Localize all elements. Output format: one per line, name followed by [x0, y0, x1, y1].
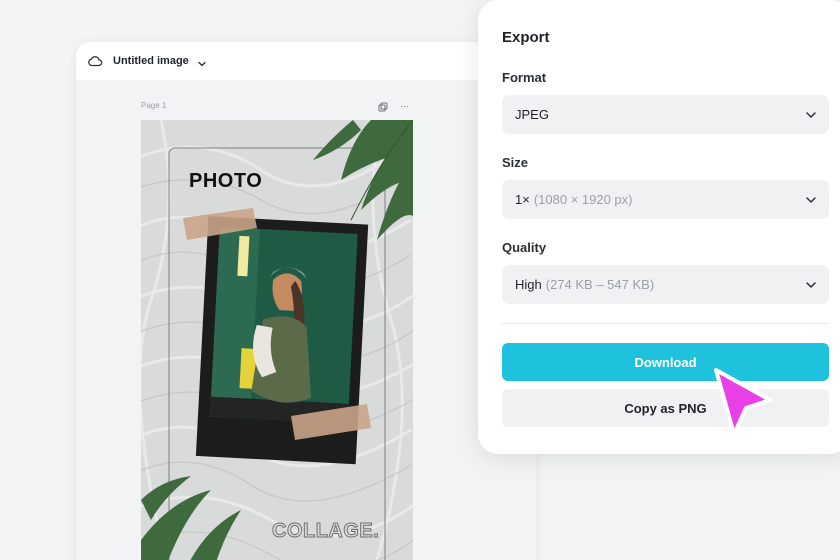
size-detail: (1080 × 1920 px) — [533, 192, 633, 207]
download-button[interactable]: Download — [502, 343, 829, 381]
chevron-down-icon[interactable] — [197, 56, 207, 67]
export-panel-title: Export — [502, 29, 550, 46]
page-label: Page 1 — [141, 101, 167, 110]
document-title[interactable]: Untitled image — [113, 55, 189, 67]
copy-as-png-button[interactable]: Copy as PNG — [502, 389, 829, 427]
chevron-down-icon — [806, 112, 816, 118]
editor-header: Untitled image — [76, 42, 536, 80]
chevron-down-icon — [806, 197, 816, 203]
size-label: Size — [502, 155, 529, 170]
size-select[interactable]: 1× (1080 × 1920 px) — [502, 180, 829, 219]
design-heading-bottom: COLLAGE. — [271, 520, 380, 543]
divider — [502, 323, 829, 324]
size-value: 1× — [515, 192, 530, 207]
design-canvas[interactable]: PHOTO COLLAGE. — [141, 120, 413, 560]
design-heading-top: PHOTO — [189, 170, 263, 192]
duplicate-page-icon[interactable] — [378, 99, 388, 112]
format-select[interactable]: JPEG — [502, 95, 829, 134]
quality-detail: (274 KB – 547 KB) — [545, 277, 655, 292]
format-value: JPEG — [515, 107, 549, 122]
quality-label: Quality — [502, 240, 547, 255]
more-options-icon[interactable]: … — [400, 99, 410, 109]
chevron-down-icon — [806, 282, 816, 288]
collage-artwork — [141, 120, 413, 560]
cloud-icon[interactable] — [87, 53, 103, 69]
page-tools: … — [378, 99, 410, 112]
pointer-cursor-icon — [714, 368, 772, 436]
editor-window: Untitled image Page 1 … PHOTO COLLAGE. — [76, 42, 536, 560]
quality-value: High — [515, 277, 542, 292]
export-panel: Export Format JPEG Size 1× (1080 × 1920 … — [478, 0, 840, 454]
quality-select[interactable]: High (274 KB – 547 KB) — [502, 265, 829, 304]
format-label: Format — [502, 70, 547, 85]
